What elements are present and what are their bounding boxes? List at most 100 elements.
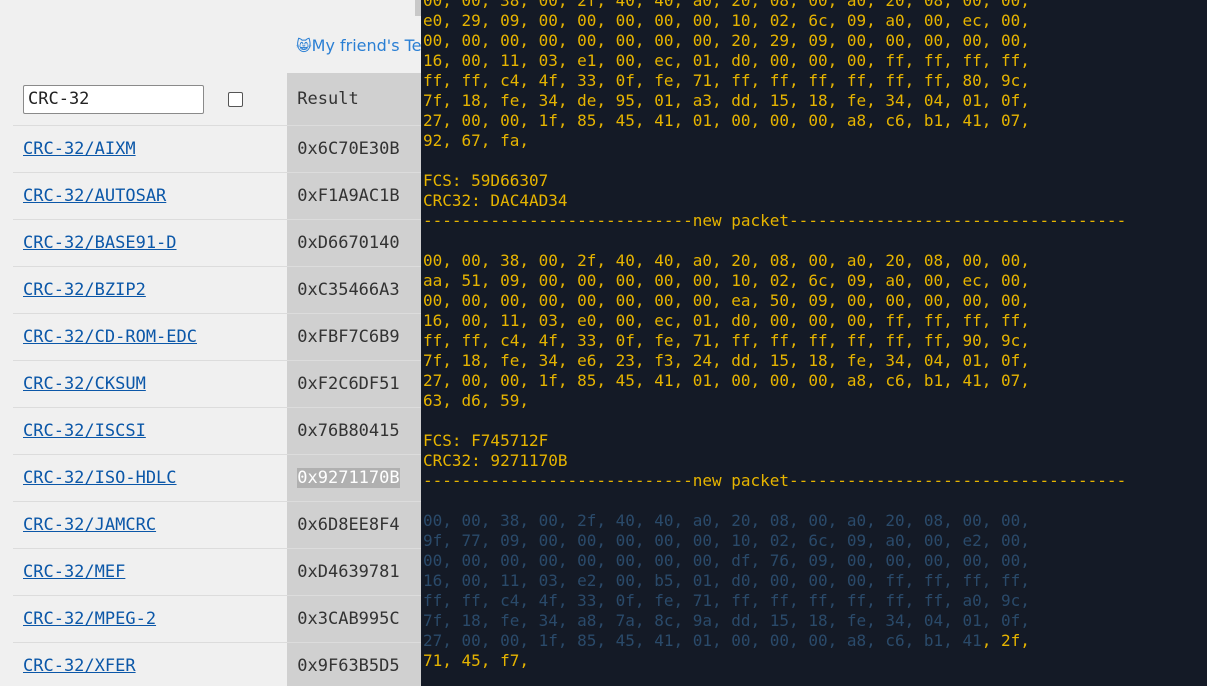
table-row: CRC-32/MPEG-2 0x3CAB995C — [13, 595, 421, 643]
result-value-cell: 0xC35466A3 — [287, 266, 421, 314]
terminal-line: 27, 00, 00, 1f, 85, 45, 41, 01, 00, 00, … — [423, 371, 1207, 391]
terminal-line-text: ff, ff, c4, 4f, 33, 0f, fe, 71, ff, ff, … — [423, 331, 1030, 350]
result-header: Result — [287, 73, 421, 126]
algorithm-link[interactable]: CRC-32/JAMCRC — [23, 515, 156, 535]
result-value-cell: 0x9F63B5D5 — [287, 642, 421, 686]
terminal-line-text: 92, 67, fa, — [423, 131, 529, 150]
table-row: CRC-32/CD-ROM-EDC 0xFBF7C6B9 — [13, 313, 421, 361]
terminal-line-text: ----------------------------new packet--… — [423, 211, 1127, 230]
terminal-line: ff, ff, c4, 4f, 33, 0f, fe, 71, ff, ff, … — [423, 591, 1207, 611]
algorithm-link[interactable]: CRC-32/MEF — [23, 562, 125, 582]
result-value: 0x6D8EE8F4 — [297, 515, 400, 535]
terminal-line-text: 00, 00, 00, 00, 00, 00, 00, 00, df, 76, … — [423, 551, 1030, 570]
terminal-line-text: 00, 00, 38, 00, 2f, 40, 40, a0, 20, 08, … — [423, 511, 1030, 530]
terminal-line: ----------------------------new packet--… — [423, 471, 1207, 491]
terminal-line: 00, 00, 00, 00, 00, 00, 00, 00, ea, 50, … — [423, 291, 1207, 311]
result-value: 0xF1A9AC1B — [297, 186, 400, 206]
result-value-cell: 0xFBF7C6B9 — [287, 313, 421, 361]
algorithm-link[interactable]: CRC-32/ISCSI — [23, 421, 146, 441]
terminal-line: 92, 67, fa, — [423, 131, 1207, 151]
terminal-line-text: FCS: 59D66307 — [423, 171, 549, 190]
terminal-line-text: 00, 00, 38, 00, 2f, 40, 40, a0, 20, 08, … — [423, 251, 1030, 270]
table-row: CRC-32/JAMCRC 0x6D8EE8F4 — [13, 501, 421, 549]
terminal-window[interactable]: 00, 00, 38, 00, 2f, 40, 40, a0, 20, 08, … — [421, 0, 1207, 686]
crc-web-page: 😸My friend's Te Result CRC-32/AIXM 0x6C70… — [0, 0, 421, 686]
algorithm-link[interactable]: CRC-32/BASE91-D — [23, 233, 177, 253]
algorithm-link[interactable]: CRC-32/CD-ROM-EDC — [23, 327, 197, 347]
terminal-line-text: 7f, 18, fe, 34, de, 95, 01, a3, dd, 15, … — [423, 91, 1030, 110]
terminal-line-text: 16, 00, 11, 03, e2, 00, b5, 01, d0, 00, … — [423, 571, 1030, 590]
algorithm-name-cell: CRC-32/BZIP2 — [13, 266, 288, 314]
algorithm-link[interactable]: CRC-32/AIXM — [23, 139, 136, 159]
terminal-line-text: 27, 00, 00, 1f, 85, 45, 41, 01, 00, 00, … — [423, 631, 982, 650]
table-row: CRC-32/BZIP2 0xC35466A3 — [13, 266, 421, 314]
terminal-line-tail: , 2f, — [981, 631, 1030, 650]
table-row: CRC-32/CKSUM 0xF2C6DF51 — [13, 360, 421, 408]
result-value: 0xD4639781 — [297, 562, 400, 582]
result-value: 0xF2C6DF51 — [297, 374, 400, 394]
table-row: CRC-32/ISCSI 0x76B80415 — [13, 407, 421, 455]
result-value: 0x76B80415 — [297, 421, 400, 441]
terminal-line: 71, 45, f7, — [423, 651, 1207, 671]
terminal-line-text: CRC32: 9271170B — [423, 451, 568, 470]
terminal-line: 9f, 77, 09, 00, 00, 00, 00, 00, 10, 02, … — [423, 531, 1207, 551]
result-value-cell: 0xF2C6DF51 — [287, 360, 421, 408]
result-value-cell: 0x9271170B — [287, 454, 421, 502]
terminal-line: ff, ff, c4, 4f, 33, 0f, fe, 71, ff, ff, … — [423, 331, 1207, 351]
result-value-cell: 0x3CAB995C — [287, 595, 421, 643]
algorithm-name-cell: CRC-32/BASE91-D — [13, 219, 288, 267]
filter-cell — [13, 73, 287, 126]
algorithm-link[interactable]: CRC-32/CKSUM — [23, 374, 146, 394]
algorithm-link[interactable]: CRC-32/AUTOSAR — [23, 186, 166, 206]
terminal-line: FCS: 59D66307 — [423, 171, 1207, 191]
table-row: CRC-32/ISO-HDLC 0x9271170B — [13, 454, 421, 502]
terminal-line: CRC32: DAC4AD34 — [423, 191, 1207, 211]
algorithm-link[interactable]: CRC-32/XFER — [23, 656, 136, 676]
result-value-cell: 0xF1A9AC1B — [287, 172, 421, 220]
table-row: CRC-32/BASE91-D 0xD6670140 — [13, 219, 421, 267]
terminal-line-text: e0, 29, 09, 00, 00, 00, 00, 00, 10, 02, … — [423, 11, 1030, 30]
table-row: CRC-32/AIXM 0x6C70E30B — [13, 125, 421, 173]
friend-link[interactable]: 😸My friend's Te — [296, 36, 421, 55]
algorithm-link[interactable]: CRC-32/BZIP2 — [23, 280, 146, 300]
terminal-line-text: 71, 45, f7, — [423, 651, 529, 670]
result-value: 0xD6670140 — [297, 233, 400, 253]
terminal-line-text: FCS: F745712F — [423, 431, 549, 450]
friend-link-label: My friend's Te — [311, 36, 421, 55]
terminal-line: 00, 00, 38, 00, 2f, 40, 40, a0, 20, 08, … — [423, 0, 1207, 11]
terminal-line: e0, 29, 09, 00, 00, 00, 00, 00, 10, 02, … — [423, 11, 1207, 31]
terminal-line-text: ----------------------------new packet--… — [423, 471, 1127, 490]
algorithm-link[interactable]: CRC-32/MPEG-2 — [23, 609, 156, 629]
algorithm-link[interactable]: CRC-32/ISO-HDLC — [23, 468, 177, 488]
terminal-line-text: aa, 51, 09, 00, 00, 00, 00, 00, 10, 02, … — [423, 271, 1030, 290]
terminal-line-text: 27, 00, 00, 1f, 85, 45, 41, 01, 00, 00, … — [423, 371, 1030, 390]
terminal-line-text: 00, 00, 38, 00, 2f, 40, 40, a0, 20, 08, … — [423, 0, 1030, 10]
terminal-line: 27, 00, 00, 1f, 85, 45, 41, 01, 00, 00, … — [423, 631, 1207, 651]
terminal-line: 7f, 18, fe, 34, e6, 23, f3, 24, dd, 15, … — [423, 351, 1207, 371]
terminal-line: 27, 00, 00, 1f, 85, 45, 41, 01, 00, 00, … — [423, 111, 1207, 131]
terminal-line-text: 7f, 18, fe, 34, a8, 7a, 8c, 9a, dd, 15, … — [423, 611, 1030, 630]
terminal-line-text: 00, 00, 00, 00, 00, 00, 00, 00, ea, 50, … — [423, 291, 1030, 310]
algorithm-name-cell: CRC-32/JAMCRC — [13, 501, 288, 549]
result-value: 0x3CAB995C — [297, 609, 400, 629]
algorithm-name-cell: CRC-32/ISO-HDLC — [13, 454, 288, 502]
algorithm-name-cell: CRC-32/CKSUM — [13, 360, 288, 408]
terminal-line: 16, 00, 11, 03, e0, 00, ec, 01, d0, 00, … — [423, 311, 1207, 331]
filter-checkbox[interactable] — [228, 91, 244, 107]
terminal-line-text: 63, d6, 59, — [423, 391, 529, 410]
table-row: CRC-32/XFER 0x9F63B5D5 — [13, 642, 421, 686]
algorithm-name-cell: CRC-32/AUTOSAR — [13, 172, 288, 220]
terminal-output: 00, 00, 38, 00, 2f, 40, 40, a0, 20, 08, … — [423, 0, 1207, 671]
terminal-line: 7f, 18, fe, 34, a8, 7a, 8c, 9a, dd, 15, … — [423, 611, 1207, 631]
terminal-line: ff, ff, c4, 4f, 33, 0f, fe, 71, ff, ff, … — [423, 71, 1207, 91]
terminal-line: 00, 00, 00, 00, 00, 00, 00, 00, 20, 29, … — [423, 31, 1207, 51]
terminal-line: 7f, 18, fe, 34, de, 95, 01, a3, dd, 15, … — [423, 91, 1207, 111]
terminal-line-text: ff, ff, c4, 4f, 33, 0f, fe, 71, ff, ff, … — [423, 591, 1030, 610]
terminal-line-text: 16, 00, 11, 03, e1, 00, ec, 01, d0, 00, … — [423, 51, 1030, 70]
algorithm-name-cell: CRC-32/MEF — [13, 548, 288, 596]
filter-input[interactable] — [23, 84, 204, 114]
terminal-line: 16, 00, 11, 03, e2, 00, b5, 01, d0, 00, … — [423, 571, 1207, 591]
